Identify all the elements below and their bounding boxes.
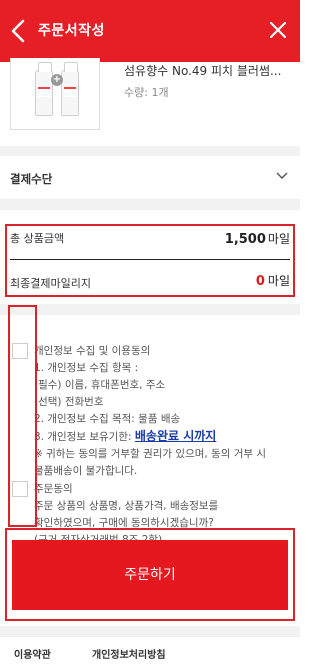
footer-links: 이용약관 개인정보처리방침 [0,636,300,667]
retention-period-link[interactable]: 배송완료 시까지 [135,429,216,443]
product-thumbnail: + [10,58,100,130]
plus-icon: + [51,74,63,86]
order-button[interactable]: 주문하기 [12,540,288,610]
bottle-image [35,62,53,116]
close-icon[interactable] [268,20,288,40]
privacy-consent-text: 개인정보 수집 및 이용동의 1. 개인정보 수집 항목 : (필수) 이름, … [34,345,267,477]
product-name: 섬유향수 No.49 피치 블러썸... [124,64,282,78]
payment-method-label: 결제수단 [10,172,53,186]
agreement-section: 개인정보 수집 및 이용동의 1. 개인정보 수집 항목 : (필수) 이름, … [0,315,300,560]
chevron-down-icon[interactable] [276,171,288,181]
section-divider [0,304,300,315]
privacy-policy-link[interactable]: 개인정보처리방침 [92,646,166,661]
payment-summary: 총 상품금액 1,500 마일 최종결제마일리지 0 마일 [0,210,300,304]
final-mileage-label: 최종결제마일리지 [10,277,91,290]
header-bar: 주문서작성 [0,0,300,62]
payment-method-section[interactable]: 결제수단 [0,156,300,200]
bottle-image [61,62,79,116]
product-item: + 섬유향수 No.49 피치 블러썸... 수량: 1개 [0,58,300,146]
checkbox-highlight-box [8,305,37,527]
section-divider [0,200,300,210]
section-divider [0,626,300,636]
summary-divider [10,259,290,260]
page-title: 주문서작성 [38,23,105,39]
back-arrow-icon[interactable] [8,18,30,44]
total-amount-label: 총 상품금액 [10,232,65,245]
final-mileage-value: 0 마일 [255,274,290,289]
terms-link[interactable]: 이용약관 [14,646,51,661]
section-divider [0,146,300,156]
total-amount-value: 1,500 마일 [224,232,290,247]
product-quantity: 수량: 1개 [124,86,169,99]
